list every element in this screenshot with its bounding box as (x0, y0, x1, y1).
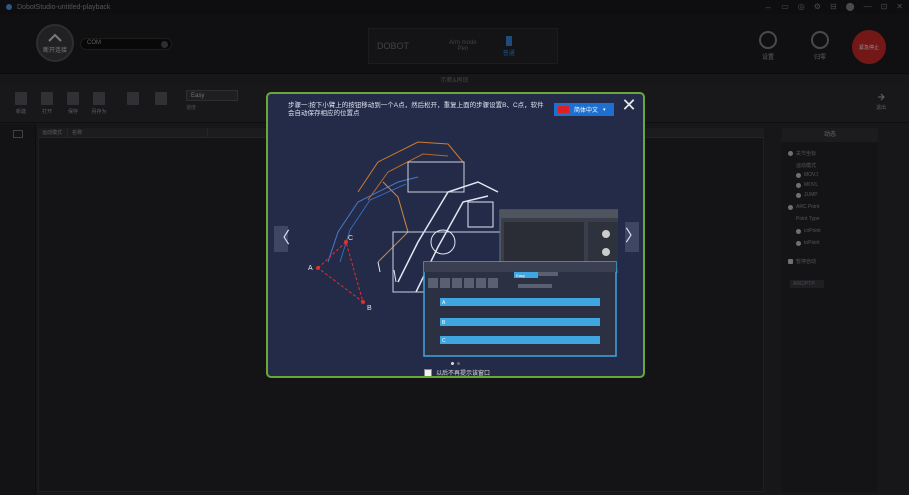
dont-show-checkbox[interactable] (424, 368, 432, 376)
tutorial-dialog: 步骤一:按下小臂上的按钮移动到一个A点，然后松开，重复上面的步骤设置B、C点，软… (266, 92, 645, 378)
abc-triangle (317, 241, 364, 304)
point-b-label: B (367, 305, 372, 312)
instruction-text: 步骤一:按下小臂上的按钮移动到一个A点，然后松开，重复上面的步骤设置B、C点，软… (288, 102, 544, 117)
page-dot[interactable] (457, 362, 460, 365)
point-a-label: A (308, 265, 313, 272)
language-value: 简体中文 (574, 108, 599, 114)
china-flag-icon (558, 106, 569, 113)
row-c-label: C (442, 338, 446, 344)
dont-show-again-option[interactable]: 以后不再提示该窗口 (424, 368, 491, 377)
point-b-marker (361, 300, 365, 304)
zoomed-panel: Easy A B C (423, 261, 617, 357)
tutorial-illustration: A C B Easy A B C (308, 141, 618, 357)
mini-mode-label: Easy (516, 273, 525, 278)
next-button[interactable]: 〉 (625, 222, 641, 252)
dont-show-label: 以后不再提示该窗口 (436, 371, 491, 377)
page-indicator (451, 362, 460, 365)
point-a-marker (316, 266, 320, 270)
language-select[interactable]: 简体中文 ▾ (554, 103, 614, 116)
previous-button[interactable]: 〈 (274, 226, 290, 252)
page-dot-active[interactable] (451, 362, 454, 365)
point-c-label: C (348, 235, 353, 242)
chevron-down-icon: ▾ (603, 106, 606, 113)
close-button[interactable]: ✕ (620, 97, 638, 116)
